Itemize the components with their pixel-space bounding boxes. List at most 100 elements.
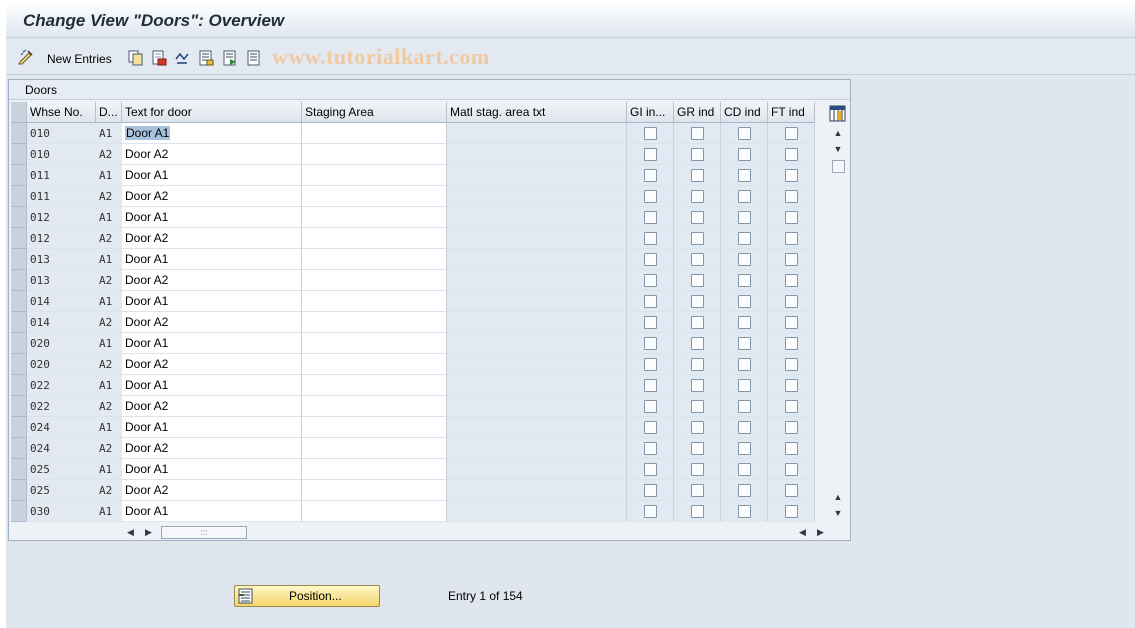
staging-area-input[interactable] — [302, 312, 447, 333]
horizontal-scroll-thumb[interactable]: ::: — [161, 526, 247, 539]
gi-indicator-checkbox[interactable] — [644, 463, 657, 476]
select-all-button[interactable] — [198, 50, 214, 66]
gr-indicator-checkbox[interactable] — [691, 505, 704, 518]
staging-area-input[interactable] — [302, 123, 447, 144]
text-for-door-input[interactable]: Door A1 — [122, 249, 302, 270]
gi-indicator-checkbox[interactable] — [644, 253, 657, 266]
text-for-door-input[interactable]: Door A1 — [122, 375, 302, 396]
gi-indicator-checkbox[interactable] — [644, 295, 657, 308]
ft-indicator-checkbox[interactable] — [785, 127, 798, 140]
gr-indicator-checkbox[interactable] — [691, 190, 704, 203]
ft-indicator-checkbox[interactable] — [785, 169, 798, 182]
row-selector[interactable] — [11, 459, 27, 480]
new-entries-button[interactable]: New Entries — [47, 52, 112, 66]
staging-area-input[interactable] — [302, 459, 447, 480]
scroll-up-icon[interactable]: ▲ — [833, 128, 843, 138]
text-for-door-input[interactable]: Door A2 — [122, 480, 302, 501]
column-header-staging-area[interactable]: Staging Area — [302, 102, 447, 123]
undo-change-button[interactable] — [174, 50, 190, 66]
vertical-scrollbar[interactable]: ▲ ▼ ▲ ▼ — [830, 125, 846, 521]
text-for-door-input[interactable]: Door A1 — [122, 501, 302, 522]
text-for-door-input[interactable]: Door A1 — [122, 291, 302, 312]
gr-indicator-checkbox[interactable] — [691, 484, 704, 497]
staging-area-input[interactable] — [302, 144, 447, 165]
ft-indicator-checkbox[interactable] — [785, 148, 798, 161]
cd-indicator-checkbox[interactable] — [738, 505, 751, 518]
delete-button[interactable] — [151, 50, 167, 66]
gi-indicator-checkbox[interactable] — [644, 274, 657, 287]
gr-indicator-checkbox[interactable] — [691, 400, 704, 413]
row-selector[interactable] — [11, 123, 27, 144]
row-selector[interactable] — [11, 417, 27, 438]
scroll-left-end-icon[interactable]: ◀ — [799, 527, 806, 538]
gr-indicator-checkbox[interactable] — [691, 253, 704, 266]
scroll-left-icon[interactable]: ◀ — [127, 527, 134, 538]
scroll-down-icon[interactable]: ▼ — [833, 144, 843, 154]
gi-indicator-checkbox[interactable] — [644, 316, 657, 329]
row-selector[interactable] — [11, 207, 27, 228]
gi-indicator-checkbox[interactable] — [644, 148, 657, 161]
staging-area-input[interactable] — [302, 375, 447, 396]
column-header-whse-no[interactable]: Whse No. — [27, 102, 96, 123]
text-for-door-input[interactable]: Door A2 — [122, 228, 302, 249]
gr-indicator-checkbox[interactable] — [691, 337, 704, 350]
cd-indicator-checkbox[interactable] — [738, 232, 751, 245]
gi-indicator-checkbox[interactable] — [644, 232, 657, 245]
cd-indicator-checkbox[interactable] — [738, 190, 751, 203]
row-selector[interactable] — [11, 270, 27, 291]
gi-indicator-checkbox[interactable] — [644, 358, 657, 371]
gr-indicator-checkbox[interactable] — [691, 421, 704, 434]
cd-indicator-checkbox[interactable] — [738, 316, 751, 329]
ft-indicator-checkbox[interactable] — [785, 295, 798, 308]
cd-indicator-checkbox[interactable] — [738, 400, 751, 413]
ft-indicator-checkbox[interactable] — [785, 421, 798, 434]
gi-indicator-checkbox[interactable] — [644, 442, 657, 455]
text-for-door-input[interactable]: Door A2 — [122, 186, 302, 207]
gr-indicator-checkbox[interactable] — [691, 358, 704, 371]
text-for-door-input[interactable]: Door A2 — [122, 312, 302, 333]
cd-indicator-checkbox[interactable] — [738, 379, 751, 392]
text-for-door-input[interactable]: Door A1 — [122, 417, 302, 438]
gi-indicator-checkbox[interactable] — [644, 484, 657, 497]
row-selector[interactable] — [11, 354, 27, 375]
gr-indicator-checkbox[interactable] — [691, 148, 704, 161]
staging-area-input[interactable] — [302, 438, 447, 459]
ft-indicator-checkbox[interactable] — [785, 463, 798, 476]
text-for-door-input[interactable]: Door A2 — [122, 354, 302, 375]
row-selector[interactable] — [11, 312, 27, 333]
ft-indicator-checkbox[interactable] — [785, 253, 798, 266]
cd-indicator-checkbox[interactable] — [738, 127, 751, 140]
gr-indicator-checkbox[interactable] — [691, 295, 704, 308]
staging-area-input[interactable] — [302, 270, 447, 291]
ft-indicator-checkbox[interactable] — [785, 400, 798, 413]
row-selector[interactable] — [11, 165, 27, 186]
scroll-page-down-icon[interactable]: ▼ — [833, 508, 843, 518]
text-for-door-input[interactable]: Door A1 — [122, 333, 302, 354]
cd-indicator-checkbox[interactable] — [738, 211, 751, 224]
row-selector[interactable] — [11, 228, 27, 249]
gi-indicator-checkbox[interactable] — [644, 421, 657, 434]
staging-area-input[interactable] — [302, 396, 447, 417]
staging-area-input[interactable] — [302, 207, 447, 228]
row-selector[interactable] — [11, 144, 27, 165]
column-header-cd-ind[interactable]: CD ind — [721, 102, 768, 123]
gr-indicator-checkbox[interactable] — [691, 127, 704, 140]
ft-indicator-checkbox[interactable] — [785, 211, 798, 224]
gi-indicator-checkbox[interactable] — [644, 400, 657, 413]
gi-indicator-checkbox[interactable] — [644, 190, 657, 203]
scroll-page-up-icon[interactable]: ▲ — [833, 492, 843, 502]
position-button[interactable]: Position... — [234, 585, 380, 607]
ft-indicator-checkbox[interactable] — [785, 484, 798, 497]
staging-area-input[interactable] — [302, 417, 447, 438]
column-header-ft-ind[interactable]: FT ind — [768, 102, 815, 123]
staging-area-input[interactable] — [302, 354, 447, 375]
ft-indicator-checkbox[interactable] — [785, 190, 798, 203]
text-for-door-input[interactable]: Door A2 — [122, 438, 302, 459]
gi-indicator-checkbox[interactable] — [644, 337, 657, 350]
ft-indicator-checkbox[interactable] — [785, 442, 798, 455]
text-for-door-input[interactable]: Door A2 — [122, 396, 302, 417]
gr-indicator-checkbox[interactable] — [691, 211, 704, 224]
cd-indicator-checkbox[interactable] — [738, 169, 751, 182]
scroll-right-end-icon[interactable]: ▶ — [817, 527, 824, 538]
column-header-gr-ind[interactable]: GR ind — [674, 102, 721, 123]
